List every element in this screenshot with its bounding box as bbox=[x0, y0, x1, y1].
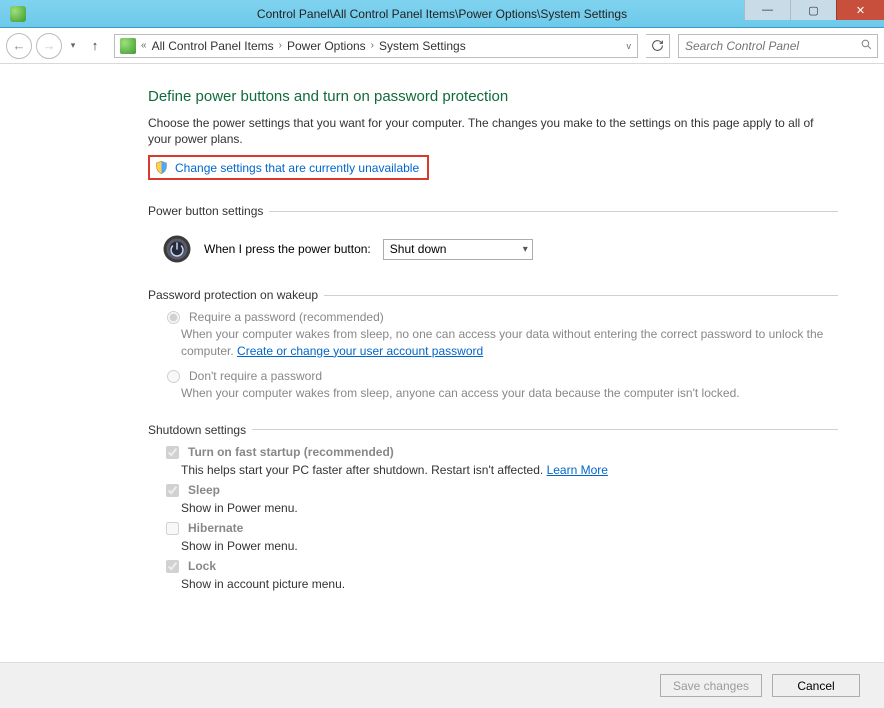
maximize-button[interactable]: ▢ bbox=[790, 0, 836, 20]
page-heading: Define power buttons and turn on passwor… bbox=[148, 88, 838, 105]
shutdown-checkbox-0: Turn on fast startup (recommended) bbox=[162, 445, 838, 462]
shutdown-desc-0: This helps start your PC faster after sh… bbox=[162, 463, 838, 477]
dont-require-password-desc: When your computer wakes from sleep, any… bbox=[162, 385, 838, 401]
power-button-label: When I press the power button: bbox=[204, 242, 371, 256]
search-box[interactable] bbox=[678, 34, 878, 58]
section-shutdown-settings: Shutdown settings bbox=[148, 423, 838, 437]
search-icon bbox=[860, 38, 873, 54]
shutdown-desc-2: Show in Power menu. bbox=[162, 539, 838, 553]
save-changes-button[interactable]: Save changes bbox=[660, 674, 762, 697]
nav-forward-button[interactable]: → bbox=[36, 33, 62, 59]
dont-require-password-radio: Don't require a password bbox=[162, 369, 838, 383]
app-icon bbox=[10, 6, 26, 22]
breadcrumb-item[interactable]: Power Options bbox=[284, 39, 369, 53]
address-bar[interactable]: « All Control Panel Items › Power Option… bbox=[114, 34, 638, 58]
search-input[interactable] bbox=[683, 38, 860, 54]
require-password-desc: When your computer wakes from sleep, no … bbox=[162, 326, 838, 358]
breadcrumb-item[interactable]: All Control Panel Items bbox=[149, 39, 277, 53]
section-power-button: Power button settings bbox=[148, 204, 838, 218]
power-button-select[interactable]: Shut down bbox=[383, 239, 533, 260]
nav-history-dropdown[interactable]: ▾ bbox=[66, 33, 80, 59]
section-password-protection: Password protection on wakeup bbox=[148, 288, 838, 302]
cancel-button[interactable]: Cancel bbox=[772, 674, 860, 697]
shutdown-desc-1: Show in Power menu. bbox=[162, 501, 838, 515]
learn-more-link[interactable]: Learn More bbox=[547, 463, 608, 477]
shutdown-checkbox-3: Lock bbox=[162, 559, 838, 576]
intro-text: Choose the power settings that you want … bbox=[148, 115, 838, 147]
navigation-bar: ← → ▾ ↑ « All Control Panel Items › Powe… bbox=[0, 28, 884, 64]
address-icon bbox=[120, 38, 136, 54]
nav-back-button[interactable]: ← bbox=[6, 33, 32, 59]
shutdown-checkbox-1: Sleep bbox=[162, 483, 838, 500]
change-settings-link[interactable]: Change settings that are currently unava… bbox=[148, 155, 429, 180]
content-pane: Define power buttons and turn on passwor… bbox=[0, 64, 884, 662]
nav-up-button[interactable]: ↑ bbox=[84, 35, 106, 57]
shield-icon bbox=[154, 160, 169, 175]
change-settings-label: Change settings that are currently unava… bbox=[175, 161, 419, 175]
refresh-button[interactable] bbox=[646, 34, 670, 58]
power-icon bbox=[162, 234, 192, 264]
breadcrumb-item[interactable]: System Settings bbox=[376, 39, 469, 53]
shutdown-desc-3: Show in account picture menu. bbox=[162, 577, 838, 591]
require-password-radio: Require a password (recommended) bbox=[162, 310, 838, 324]
create-password-link[interactable]: Create or change your user account passw… bbox=[237, 344, 483, 358]
shutdown-checkbox-2: Hibernate bbox=[162, 521, 838, 538]
breadcrumb-lead: « bbox=[139, 40, 149, 51]
address-dropdown-icon[interactable]: v bbox=[623, 41, 636, 51]
close-button[interactable]: ✕ bbox=[836, 0, 884, 20]
window-titlebar: Control Panel\All Control Panel Items\Po… bbox=[0, 0, 884, 28]
footer-bar: Save changes Cancel bbox=[0, 662, 884, 708]
minimize-button[interactable]: — bbox=[744, 0, 790, 20]
